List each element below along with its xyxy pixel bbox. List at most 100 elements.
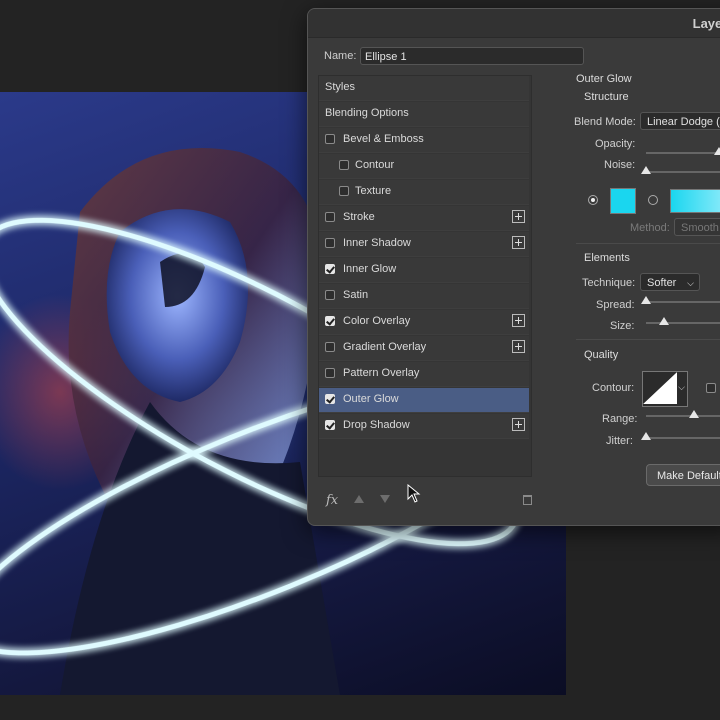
checkbox[interactable]: [325, 238, 335, 248]
style-item-outer-glow[interactable]: Outer Glow: [319, 388, 529, 413]
elements-title: Elements: [584, 252, 630, 264]
jitter-slider-track[interactable]: [646, 437, 720, 439]
style-item-stroke[interactable]: Stroke: [319, 206, 529, 231]
divider: [576, 339, 720, 340]
noise-slider-thumb[interactable]: [641, 166, 651, 174]
style-item-inner-shadow[interactable]: Inner Shadow: [319, 232, 529, 257]
size-slider-track[interactable]: [646, 322, 720, 324]
glow-color-swatch[interactable]: [610, 188, 636, 214]
opacity-slider-track[interactable]: [646, 152, 720, 154]
checkbox-checked[interactable]: [325, 394, 335, 404]
make-default-button[interactable]: Make Default: [646, 464, 720, 486]
dialog-titlebar[interactable]: Layer Style: [308, 9, 720, 38]
style-item-label: Satin: [343, 289, 369, 301]
technique-value: Softer: [647, 277, 677, 289]
styles-bottom-bar: fx: [318, 489, 548, 513]
noise-slider-track[interactable]: [646, 171, 720, 173]
style-item-label: Bevel & Emboss: [343, 133, 424, 145]
divider: [576, 243, 720, 244]
style-item-blending-options[interactable]: Blending Options: [319, 102, 529, 127]
range-label: Range:: [602, 413, 638, 425]
method-label: Method:: [630, 222, 670, 234]
checkbox-checked[interactable]: [325, 420, 335, 430]
contour-curve-icon: [643, 372, 677, 404]
jitter-slider-thumb[interactable]: [641, 432, 651, 440]
outer-glow-settings: Outer Glow Structure Blend Mode: Linear …: [546, 71, 720, 511]
fx-icon[interactable]: fx: [326, 493, 338, 508]
style-item-label: Drop Shadow: [343, 419, 410, 431]
style-item-color-overlay[interactable]: Color Overlay: [319, 310, 529, 335]
style-item-label: Contour: [355, 159, 395, 171]
checkbox[interactable]: [325, 290, 335, 300]
style-item-inner-glow[interactable]: Inner Glow: [319, 258, 529, 283]
style-item-texture[interactable]: Texture: [319, 180, 529, 205]
jitter-label: Jitter:: [606, 435, 633, 447]
checkbox[interactable]: [339, 160, 349, 170]
chevron-down-icon: ⌵: [687, 278, 694, 288]
style-item-label: Stroke: [343, 211, 375, 223]
checkbox[interactable]: [339, 186, 349, 196]
style-item-label: Pattern Overlay: [343, 367, 420, 379]
solid-color-radio[interactable]: [588, 195, 598, 205]
noise-label: Noise:: [604, 159, 636, 171]
move-up-icon[interactable]: [354, 495, 364, 503]
style-item-label: Outer Glow: [343, 393, 399, 405]
dialog-title: Layer Style: [692, 16, 720, 31]
style-item-bevel-emboss[interactable]: Bevel & Emboss: [319, 128, 529, 153]
style-item-pattern-overlay[interactable]: Pattern Overlay: [319, 362, 529, 387]
checkbox[interactable]: [325, 212, 335, 222]
style-item-label: Inner Shadow: [343, 237, 411, 249]
checkbox-checked[interactable]: [325, 264, 335, 274]
style-item-label: Blending Options: [325, 107, 409, 119]
style-item-drop-shadow[interactable]: Drop Shadow: [319, 414, 529, 439]
checkbox[interactable]: [325, 134, 335, 144]
structure-title: Structure: [584, 91, 629, 103]
spread-slider-thumb[interactable]: [641, 296, 651, 304]
name-label: Name:: [324, 50, 357, 62]
contour-picker[interactable]: ⌵: [642, 371, 688, 407]
checkbox[interactable]: [325, 368, 335, 378]
range-slider-thumb[interactable]: [689, 410, 699, 418]
gradient-radio[interactable]: [648, 195, 658, 205]
technique-label: Technique:: [582, 277, 636, 289]
styles-list: Styles Blending Options Bevel & Emboss C…: [318, 75, 532, 477]
spread-slider-track[interactable]: [646, 301, 720, 303]
style-item-contour[interactable]: Contour: [319, 154, 529, 179]
opacity-slider-thumb[interactable]: [714, 147, 720, 155]
add-gradient-overlay-icon[interactable]: [512, 340, 525, 353]
range-slider-track[interactable]: [646, 415, 720, 417]
glow-gradient-swatch[interactable]: [670, 189, 720, 213]
contour-label: Contour:: [592, 382, 635, 394]
style-item-label: Color Overlay: [343, 315, 411, 327]
add-color-overlay-icon[interactable]: [512, 314, 525, 327]
layer-style-dialog: Layer Style Name: Ellipse 1 Styles Blend…: [307, 8, 720, 526]
style-item-label: Inner Glow: [343, 263, 397, 275]
size-label: Size:: [610, 320, 635, 332]
style-item-label: Gradient Overlay: [343, 341, 427, 353]
blend-mode-label: Blend Mode:: [574, 116, 636, 128]
chevron-down-icon: ⌵: [678, 382, 685, 392]
styles-header[interactable]: Styles: [319, 76, 529, 101]
add-inner-shadow-icon[interactable]: [512, 236, 525, 249]
style-item-gradient-overlay[interactable]: Gradient Overlay: [319, 336, 529, 361]
checkbox[interactable]: [325, 342, 335, 352]
size-slider-thumb[interactable]: [659, 317, 669, 325]
method-select[interactable]: Smooth: [674, 218, 720, 236]
add-drop-shadow-icon[interactable]: [512, 418, 525, 431]
checkbox-checked[interactable]: [325, 316, 335, 326]
quality-title: Quality: [584, 349, 619, 361]
blend-mode-select[interactable]: Linear Dodge (A: [640, 112, 720, 130]
style-item-label: Texture: [355, 185, 392, 197]
technique-select[interactable]: Softer ⌵: [640, 273, 700, 291]
spread-label: Spread:: [596, 299, 635, 311]
style-item-satin[interactable]: Satin: [319, 284, 529, 309]
add-stroke-icon[interactable]: [512, 210, 525, 223]
anti-aliased-checkbox[interactable]: [706, 383, 716, 393]
name-input[interactable]: Ellipse 1: [360, 47, 584, 65]
trash-icon[interactable]: [523, 495, 532, 505]
styles-header-label: Styles: [325, 81, 355, 93]
opacity-label: Opacity:: [595, 138, 636, 150]
move-down-icon[interactable]: [380, 495, 390, 503]
section-title: Outer Glow: [576, 73, 632, 85]
mouse-cursor-icon: [407, 484, 421, 503]
